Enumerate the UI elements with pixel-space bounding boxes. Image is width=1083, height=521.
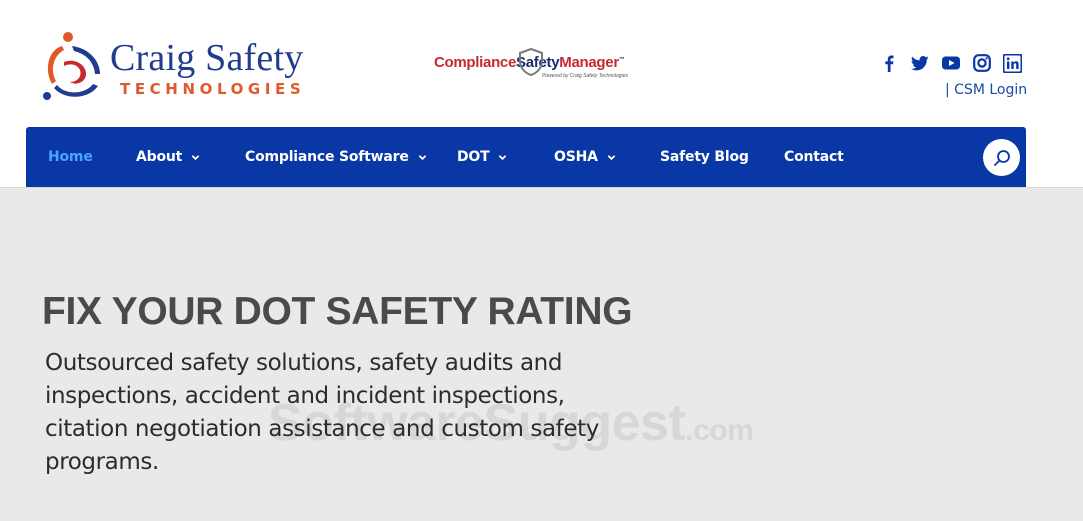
instagram-icon[interactable]: [971, 53, 992, 74]
main-nav: Home About Compliance Software DOT OSHA …: [26, 127, 1026, 187]
watermark-suffix: .com: [685, 414, 754, 447]
logo-mark-icon: [43, 32, 100, 100]
logo-name: Craig Safety: [110, 37, 304, 79]
site-header: Craig Safety TECHNOLOGIES ComplianceSafe…: [0, 0, 1083, 188]
csm-login-link[interactable]: | CSM Login: [945, 82, 1027, 98]
nav-item-safety-blog[interactable]: Safety Blog: [660, 127, 749, 187]
chevron-down-icon: [499, 154, 507, 160]
nav-item-label: Safety Blog: [660, 149, 749, 165]
nav-item-about[interactable]: About: [136, 127, 200, 187]
shield-icon: [519, 48, 543, 76]
compliance-safety-manager-logo[interactable]: ComplianceSafetyManager™ Powered by Crai…: [434, 48, 639, 84]
nav-item-contact[interactable]: Contact: [784, 127, 844, 187]
nav-item-dot[interactable]: DOT: [457, 127, 507, 187]
nav-item-label: Home: [48, 149, 93, 165]
nav-item-home[interactable]: Home: [48, 127, 93, 187]
nav-item-label: Contact: [784, 149, 844, 165]
linkedin-icon[interactable]: [1002, 53, 1023, 74]
chevron-down-icon: [191, 154, 200, 160]
search-button[interactable]: [983, 139, 1020, 176]
nav-item-label: DOT: [457, 149, 490, 165]
nav-item-compliance-software[interactable]: Compliance Software: [245, 127, 427, 187]
logo-subtitle: TECHNOLOGIES: [120, 80, 306, 98]
chevron-down-icon: [418, 154, 426, 160]
search-icon: [993, 149, 1010, 166]
csm-logo-tm: ™: [618, 57, 625, 63]
youtube-icon[interactable]: [940, 53, 961, 74]
hero-title: FIX YOUR DOT SAFETY RATING: [42, 290, 633, 333]
social-links: [878, 52, 1023, 74]
nav-item-label: OSHA: [554, 149, 598, 165]
nav-item-osha[interactable]: OSHA: [554, 127, 616, 187]
nav-item-label: Compliance Software: [245, 149, 409, 165]
csm-logo-tagline: Powered by Craig Safety Technologies: [542, 73, 628, 79]
nav-item-label: About: [136, 149, 183, 165]
chevron-down-icon: [607, 154, 616, 160]
craig-safety-logo[interactable]: Craig Safety TECHNOLOGIES: [42, 30, 322, 102]
twitter-icon[interactable]: [909, 53, 930, 74]
hero-section: SoftwareSuggest.com FIX YOUR DOT SAFETY …: [0, 188, 1083, 521]
csm-logo-part3: Manager: [559, 54, 619, 71]
facebook-icon[interactable]: [878, 53, 899, 74]
hero-description: Outsourced safety solutions, safety audi…: [45, 350, 599, 475]
csm-logo-part1: Compliance: [434, 54, 517, 71]
